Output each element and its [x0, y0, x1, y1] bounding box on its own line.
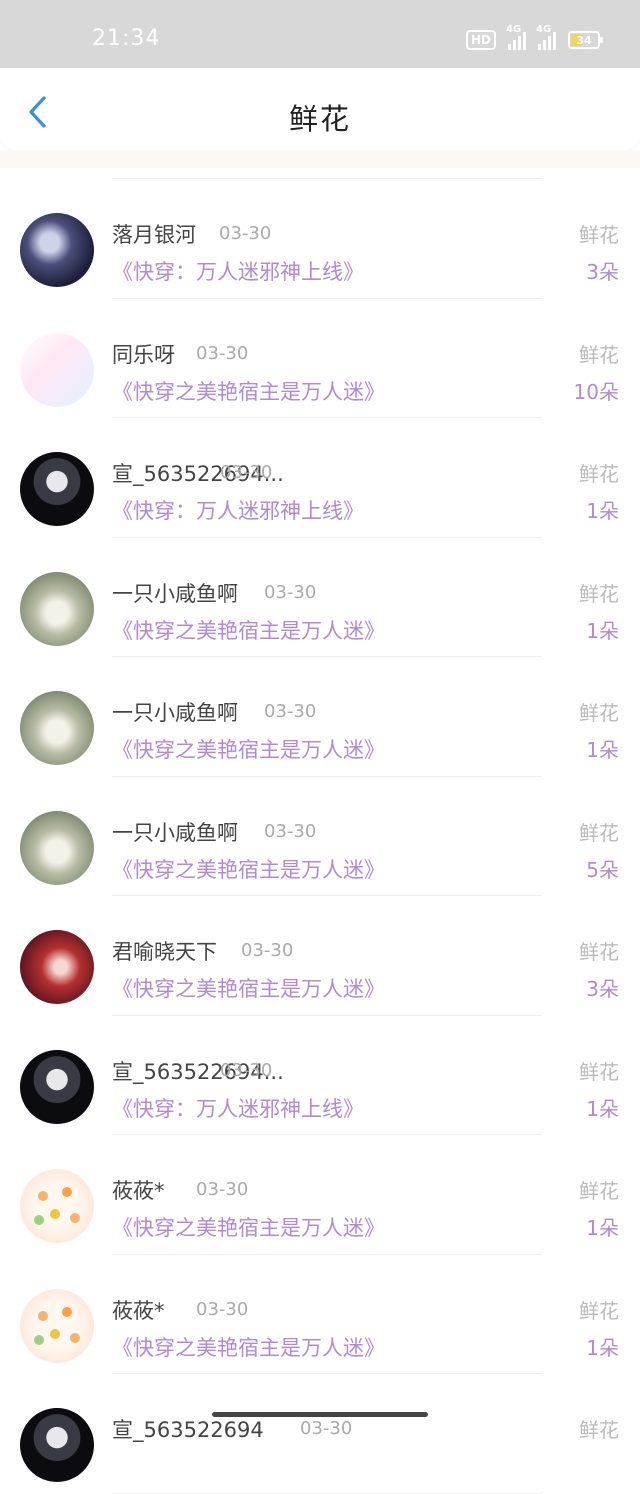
gift-count: 3朵 — [586, 260, 619, 284]
list-item[interactable]: 落月银河 03-30 《快穿：万人迷邪神上线》 鲜花 3朵 — [0, 179, 640, 299]
user-name[interactable]: 一只小咸鱼啊 — [112, 697, 238, 727]
user-name[interactable]: 君喻晓天下 — [112, 936, 217, 966]
date-label: 03-30 — [196, 1298, 249, 1320]
date-label: 03-30 — [220, 1059, 273, 1081]
list-item[interactable]: 同乐呀 03-30 《快穿之美艳宿主是万人迷》 鲜花 10朵 — [0, 299, 640, 418]
avatar[interactable] — [20, 571, 94, 646]
battery-level: 34 — [576, 33, 592, 47]
avatar[interactable] — [20, 930, 94, 1004]
date-label: 03-30 — [264, 701, 317, 722]
user-name[interactable]: 一只小咸鱼啊 — [112, 578, 238, 608]
list-item[interactable]: 宣_563522694... 03-30 《快穿：万人迷邪神上线》 鲜花 1朵 — [0, 1016, 640, 1135]
status-bar: 21:34 HD 4G 4G 34 — [0, 0, 640, 68]
date-label: 03-30 — [264, 820, 317, 842]
book-title-link[interactable]: 《快穿之美艳宿主是万人迷》 — [112, 376, 385, 406]
date-label: 03-30 — [196, 1179, 249, 1200]
date-label: 03-30 — [241, 940, 294, 961]
gift-type-label: 鲜花 — [579, 1059, 619, 1084]
network-label: 4G — [506, 24, 522, 35]
user-name[interactable]: 同乐呀 — [112, 339, 175, 369]
book-title-link[interactable]: 《快穿：万人迷邪神上线》 — [112, 256, 364, 286]
home-indicator[interactable] — [212, 1412, 428, 1417]
book-title-link[interactable]: 《快穿之美艳宿主是万人迷》 — [112, 973, 385, 1003]
avatar[interactable] — [20, 1169, 94, 1243]
nav-bar: 鲜花 — [0, 68, 640, 150]
hd-icon: HD — [465, 30, 496, 50]
gift-type-label: 鲜花 — [579, 342, 619, 367]
gift-count: 1朵 — [586, 738, 619, 762]
book-title-link[interactable]: 《快穿之美艳宿主是万人迷》 — [112, 734, 385, 764]
gift-count: 1朵 — [586, 1216, 619, 1240]
list-item[interactable]: 一只小咸鱼啊 03-30 《快穿之美艳宿主是万人迷》 鲜花 1朵 — [0, 538, 640, 657]
book-title-link[interactable]: 《快穿之美艳宿主是万人迷》 — [112, 615, 385, 645]
gift-count: 1朵 — [586, 618, 619, 643]
book-title-link[interactable]: 《快穿之美艳宿主是万人迷》 — [112, 1332, 385, 1362]
avatar[interactable] — [20, 1288, 94, 1363]
book-title-link[interactable]: 《快穿：万人迷邪神上线》 — [112, 1093, 364, 1123]
gift-type-label: 鲜花 — [579, 701, 619, 725]
date-label: 03-30 — [264, 581, 317, 603]
divider-band — [0, 150, 640, 168]
date-label: 03-30 — [300, 1418, 353, 1439]
gift-type-label: 鲜花 — [579, 223, 619, 247]
flower-list: 落月银河 03-30 《快穿：万人迷邪神上线》 鲜花 3朵 同乐呀 03-30 《快穿之美艳宿… — [0, 168, 640, 1494]
status-icons: HD 4G 4G 34 — [465, 24, 603, 53]
list-item[interactable]: 莜莜* 03-30 《快穿之美艳宿主是万人迷》 鲜花 1朵 — [0, 1255, 640, 1374]
avatar[interactable] — [20, 691, 94, 765]
avatar[interactable] — [20, 452, 94, 526]
date-label: 03-30 — [196, 342, 249, 364]
book-title-link[interactable]: 《快穿之美艳宿主是万人迷》 — [112, 854, 385, 884]
date-label: 03-30 — [219, 223, 272, 244]
battery-icon: 34 — [568, 31, 603, 49]
user-name[interactable]: 落月银河 — [112, 219, 196, 249]
book-title-link[interactable]: 《快穿：万人迷邪神上线》 — [112, 495, 364, 525]
gift-type-label: 鲜花 — [579, 462, 619, 486]
gift-count: 1朵 — [586, 1096, 619, 1121]
gift-count: 1朵 — [586, 1335, 619, 1360]
gift-count: 5朵 — [586, 857, 619, 882]
gift-type-label: 鲜花 — [579, 1179, 619, 1203]
signal-icon: 4G — [536, 24, 556, 50]
list-item[interactable]: 一只小咸鱼啊 03-30 《快穿之美艳宿主是万人迷》 鲜花 1朵 — [0, 657, 640, 777]
list-item[interactable]: 宣_563522694 03-30 鲜花 — [0, 1374, 640, 1494]
book-title-link[interactable]: 《快穿之美艳宿主是万人迷》 — [112, 1212, 385, 1242]
gift-type-label: 鲜花 — [579, 940, 619, 964]
list-item[interactable]: 君喻晓天下 03-30 《快穿之美艳宿主是万人迷》 鲜花 3朵 — [0, 896, 640, 1016]
user-name[interactable]: 莜莜* — [112, 1295, 165, 1325]
list-item[interactable]: 宣_563522694... 03-30 《快穿：万人迷邪神上线》 鲜花 1朵 — [0, 418, 640, 538]
list-item[interactable]: 一只小咸鱼啊 03-30 《快穿之美艳宿主是万人迷》 鲜花 5朵 — [0, 777, 640, 896]
gift-type-label: 鲜花 — [579, 581, 619, 606]
date-label: 03-30 — [220, 462, 273, 483]
avatar[interactable] — [20, 810, 94, 885]
avatar[interactable] — [20, 213, 94, 287]
gift-type-label: 鲜花 — [579, 1418, 619, 1442]
avatar[interactable] — [20, 1408, 94, 1482]
signal-icon: 4G — [506, 24, 526, 50]
user-name[interactable]: 一只小咸鱼啊 — [112, 817, 238, 847]
gift-count: 3朵 — [586, 977, 619, 1001]
avatar[interactable] — [20, 332, 94, 407]
list-item[interactable]: 莜莜* 03-30 《快穿之美艳宿主是万人迷》 鲜花 1朵 — [0, 1135, 640, 1255]
gift-type-label: 鲜花 — [579, 1298, 619, 1323]
page-title: 鲜花 — [288, 102, 351, 136]
network-label: 4G — [536, 24, 552, 35]
user-name[interactable]: 宣_563522694 — [112, 1414, 264, 1444]
avatar[interactable] — [20, 1049, 94, 1124]
status-time: 21:34 — [92, 26, 161, 51]
gift-count: 10朵 — [573, 379, 619, 404]
gift-count: 1朵 — [586, 499, 619, 523]
gift-type-label: 鲜花 — [579, 820, 619, 845]
user-name[interactable]: 莜莜* — [112, 1175, 165, 1205]
divider — [112, 1492, 542, 1494]
